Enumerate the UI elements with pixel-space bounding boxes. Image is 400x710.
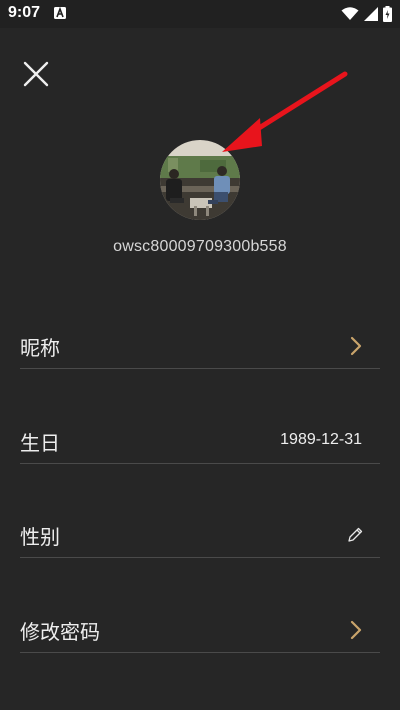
wifi-icon [341, 7, 359, 20]
close-button[interactable] [18, 56, 54, 92]
birthday-row[interactable]: 生日 1989-12-31 [20, 419, 380, 464]
change-password-label: 修改密码 [20, 620, 100, 644]
status-icons [341, 5, 392, 23]
status-time: 9:07 [8, 4, 41, 21]
pencil-icon[interactable] [346, 526, 364, 544]
a-letter-icon [54, 7, 66, 19]
change-password-row[interactable]: 修改密码 [20, 608, 380, 653]
chevron-right-icon [350, 620, 362, 640]
user-id-label: owsc80009709300b558 [113, 238, 287, 255]
birthday-label: 生日 [20, 431, 60, 455]
avatar[interactable] [160, 140, 240, 220]
birthday-value: 1989-12-31 [280, 431, 362, 448]
gender-row[interactable]: 性别 [20, 513, 380, 558]
gender-label: 性别 [20, 525, 60, 549]
nickname-row[interactable]: 昵称 [20, 324, 380, 369]
avatar-photo [160, 140, 240, 220]
nickname-label: 昵称 [20, 336, 60, 360]
signal-icon [364, 7, 378, 21]
close-icon [23, 61, 49, 87]
battery-charging-icon [383, 6, 392, 22]
chevron-right-icon [350, 336, 362, 356]
status-bar: 9:07 [0, 0, 400, 28]
